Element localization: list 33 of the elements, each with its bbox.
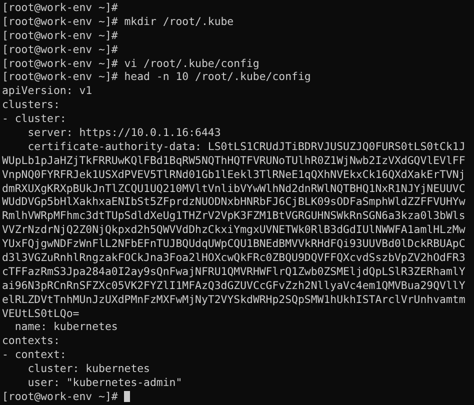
output-line: WUdDVGp5bHlXakhxaENIbSt5ZFprdzNUODNxbHNRbFJ6CjBLK09sODFaSmphWldZZFFVUHYw — [2, 195, 466, 210]
shell-prompt: [root@work-env ~]# — [2, 14, 118, 29]
output-line: cTFFazRmS3Jpa284a0I2ay9sQnFwajNFRU1QMVRHWFlrQ1Zwb0ZSMEljdQpLSlR3ZERhamlY — [2, 264, 466, 279]
output-line: apiVersion: v1 — [2, 84, 92, 98]
output-line: VVZrNzdrNjQ2Z0NjQkpxd2h5QWVVdDhzCkxiYmgxUVNETWk0RlB3dGdIUlNWWFA1amlHLzMw — [2, 223, 466, 238]
output-line: contexts: — [2, 334, 60, 348]
output-line: d3l3VGZuRnhlRngzakFOCkJna3Foa2lHOXcwQkFRc0ZBQU9DQVFFQXcvdSszbVpZV2hOdFR3 — [2, 251, 466, 265]
shell-prompt: [root@work-env ~]# — [2, 56, 118, 70]
command-text: mkdir /root/.kube — [124, 14, 234, 29]
output-line: - context: — [2, 348, 66, 362]
output-line: server: https://10.0.1.16:6443 — [26, 126, 221, 140]
output-line: dmRXUXgKRXpBUkJnTlZCQU1UQ210MVltVnlibVYwWlhNd2dnRWlNQTBHQ1NxR1NJYjNEUUVC — [2, 182, 466, 196]
shell-prompt: [root@work-env ~]# — [2, 42, 118, 57]
text-cursor — [124, 391, 130, 402]
command-text: head -n 10 /root/.kube/config — [124, 70, 311, 84]
output-line: elRLZDVtTnhMUnJzUXdPMnFzMXFwMjNyT2VYSkdWRHp2SQpSMW1hUkhISTArclVrUnhvamtm — [2, 292, 466, 307]
output-line: cluster: kubernetes — [26, 362, 150, 376]
output-line: VEUtLS0tLQo= — [2, 306, 80, 320]
output-line: certificate-authority-data: LS0tLS1CRUdJTiBDRVJUSUZJQ0FURS0tLS0tCk1J — [26, 140, 466, 154]
output-line: user: "kubernetes-admin" — [26, 376, 182, 390]
shell-prompt: [root@work-env ~]# — [2, 70, 118, 84]
output-line: - cluster: — [2, 112, 66, 126]
output-line: VnpNQ0FYRFRJek1USXdPVEV5TlRNd01Gb1lEekl3TlRNeE1qQXhNVEkxCk16QXdXakErTVNj — [2, 168, 466, 182]
output-line: name: kubernetes — [14, 320, 118, 334]
shell-prompt: [root@work-env ~]# — [2, 1, 118, 15]
shell-prompt: [root@work-env ~]# — [2, 28, 118, 43]
output-line: YUxFQjgwNDFzWnFlL2NFbEFnTUJBQUdqUWpCQU1BNEdBMVVkRHdFQi93UUVBd0lDckRBUApC — [2, 237, 466, 252]
output-line: WUpLb1pJaHZjTkFRRUwKQlFBd1BqRW5NQThHQTFVRUNoTUlhR0Z1WjNwb2IzVXdGQVlEVlFF — [2, 154, 466, 168]
command-text: vi /root/.kube/config — [124, 56, 260, 70]
output-line: ai96N3pRCnRnSFZXc05VK2FYZlI1MFAzQ3dGZUVCcGFvZzh2NllyaVc4em1QMVBua29QVllY — [2, 278, 466, 293]
shell-prompt: [root@work-env ~]# — [2, 390, 118, 404]
output-line: RmlhVWRpMFhmc3dtTUpSdldXeUg1THZrV2VpK3FZM1BtVGRGUHNSWkRnSGN6a3kza0l3bWls — [2, 209, 466, 224]
output-line: clusters: — [2, 98, 60, 112]
